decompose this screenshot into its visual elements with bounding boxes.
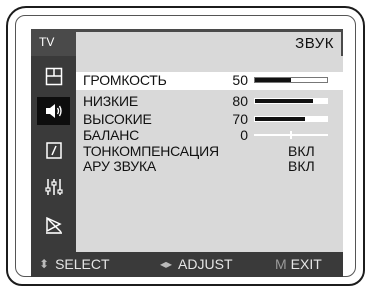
menu-key-icon: M <box>275 256 287 272</box>
menu-row-balance[interactable]: БАЛАНС 0 <box>76 127 343 143</box>
left-right-arrow-icon: ◂▸ <box>160 257 173 271</box>
row-value: 0 <box>240 127 248 143</box>
row-value: 50 <box>232 72 248 88</box>
picture-icon <box>45 67 63 86</box>
hint-bar: ⬍ SELECT ◂▸ ADJUST M EXIT <box>31 252 343 277</box>
menu-content: ГРОМКОСТЬ 50 НИЗКИЕ 80 ВЫСОКИЕ 70 БАЛАНС… <box>76 56 343 252</box>
slider-fill <box>255 99 313 103</box>
volume-slider[interactable] <box>254 77 328 83</box>
sidebar-item-timer[interactable] <box>37 136 70 164</box>
row-value: 80 <box>232 93 248 109</box>
setup-icon <box>44 177 64 197</box>
menu-row-bass[interactable]: НИЗКИЕ 80 <box>76 93 343 109</box>
row-label: НИЗКИЕ <box>83 93 138 109</box>
hint-select-label: SELECT <box>55 256 110 272</box>
slider-fill <box>255 117 306 121</box>
hint-select: ⬍ SELECT <box>39 252 110 277</box>
row-label: БАЛАНС <box>83 127 140 143</box>
menu-row-loudness[interactable]: ТОНКОМПЕНСАЦИЯ ВКЛ <box>76 143 343 159</box>
source-label: TV <box>39 35 55 49</box>
sidebar-item-setup[interactable] <box>37 173 70 201</box>
menu-row-volume[interactable]: ГРОМКОСТЬ 50 <box>76 72 343 90</box>
up-down-arrow-icon: ⬍ <box>39 257 50 271</box>
menu-title: ЗВУК <box>295 35 334 52</box>
row-label: ГРОМКОСТЬ <box>83 72 167 88</box>
hint-adjust: ◂▸ ADJUST <box>160 252 233 277</box>
menu-row-agc[interactable]: АРУ ЗВУКА ВКЛ <box>76 158 343 174</box>
menu-row-treble[interactable]: ВЫСОКИЕ 70 <box>76 111 343 127</box>
row-value: 70 <box>232 111 248 127</box>
bass-slider[interactable] <box>254 98 328 104</box>
function-icon <box>44 215 64 235</box>
row-label: АРУ ЗВУКА <box>83 158 157 174</box>
title-band: ЗВУК <box>76 32 341 56</box>
sound-icon <box>44 102 64 120</box>
treble-slider[interactable] <box>254 116 328 122</box>
balance-slider[interactable] <box>254 131 328 139</box>
sidebar-item-function[interactable] <box>37 211 70 239</box>
hint-exit: M EXIT <box>275 252 322 277</box>
row-value: ВКЛ <box>288 143 315 159</box>
timer-icon <box>45 141 63 160</box>
hint-adjust-label: ADJUST <box>178 256 233 272</box>
top-bar: TV ЗВУК <box>31 29 343 56</box>
balance-knob <box>290 131 292 139</box>
menu-sidebar <box>31 56 76 252</box>
osd-menu: TV ЗВУК ГРОМКОСТЬ 50 НИЗКИЕ 80 ВЫСОКИЕ 7… <box>31 29 343 277</box>
row-label: ТОНКОМПЕНСАЦИЯ <box>83 143 219 159</box>
sidebar-item-picture[interactable] <box>37 62 70 90</box>
hint-exit-label: EXIT <box>290 256 322 272</box>
sidebar-item-sound[interactable] <box>37 97 70 125</box>
slider-fill <box>255 78 291 82</box>
row-value: ВКЛ <box>288 158 315 174</box>
row-label: ВЫСОКИЕ <box>83 111 152 127</box>
